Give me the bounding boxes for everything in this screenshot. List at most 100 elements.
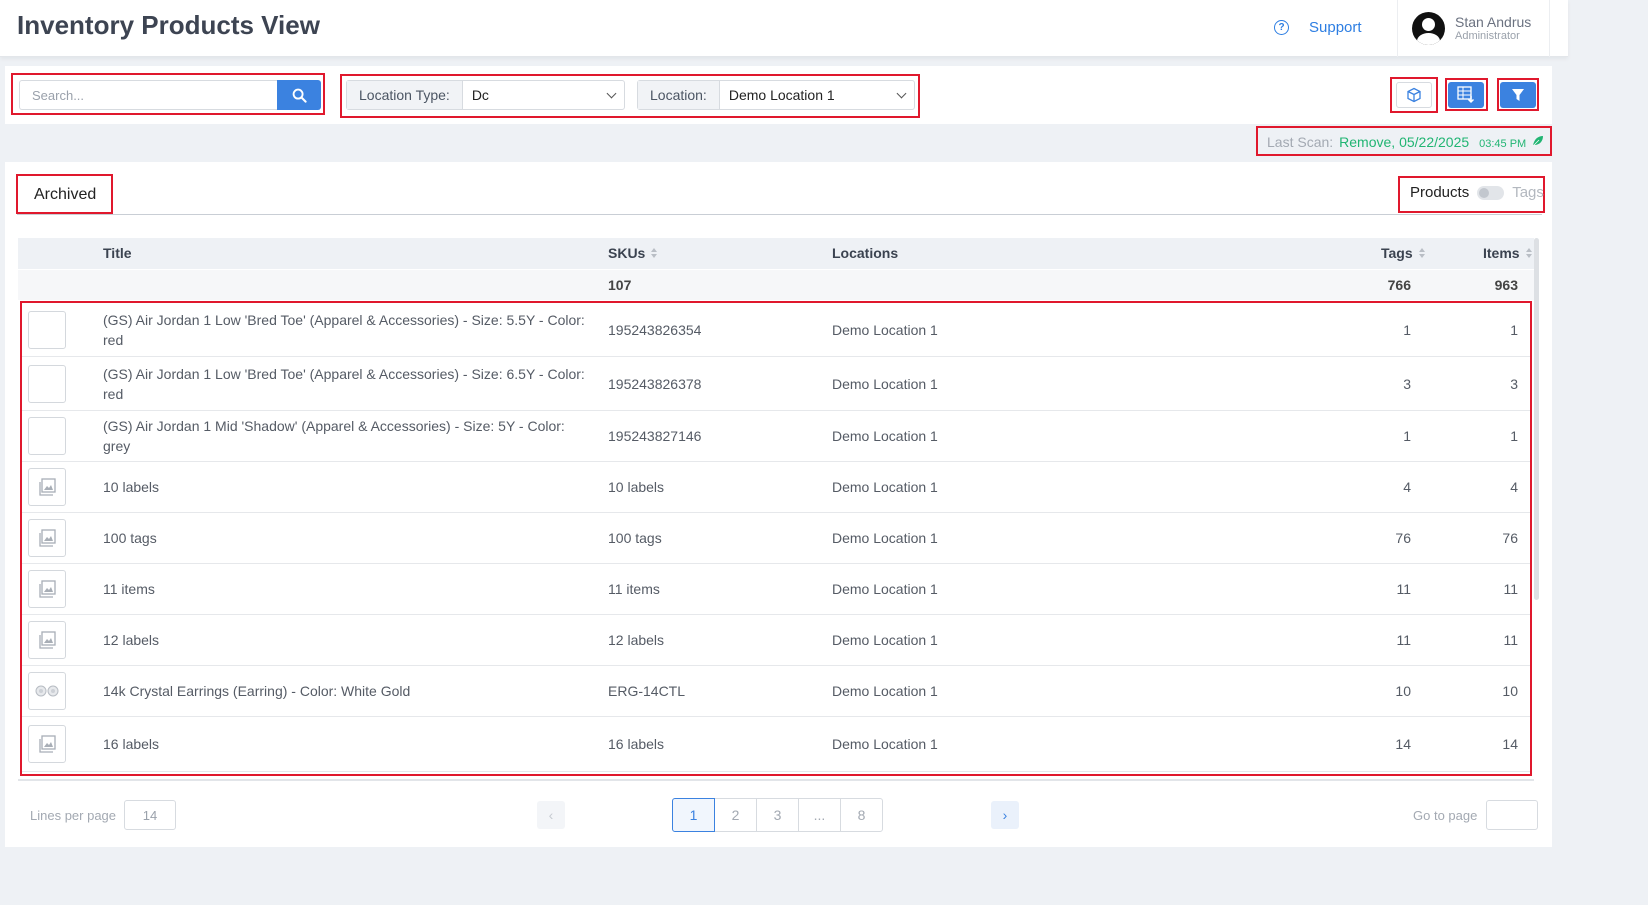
search-input[interactable] xyxy=(19,80,277,110)
product-location: Demo Location 1 xyxy=(832,530,938,546)
avatar xyxy=(1412,12,1445,45)
product-tags-count: 76 xyxy=(1395,530,1411,546)
product-tags-count: 10 xyxy=(1395,683,1411,699)
product-title[interactable]: 11 items xyxy=(103,579,593,599)
product-thumbnail[interactable] xyxy=(28,672,66,710)
product-title[interactable]: 14k Crystal Earrings (Earring) - Color: … xyxy=(103,681,593,701)
table-body: (GS) Air Jordan 1 Low 'Bred Toe' (Appare… xyxy=(22,303,1530,772)
filter-button[interactable] xyxy=(1500,82,1536,108)
prev-page-button[interactable]: ‹ xyxy=(537,801,565,829)
page-button[interactable]: 3 xyxy=(756,798,799,832)
product-tags-count: 1 xyxy=(1403,428,1411,444)
user-role: Administrator xyxy=(1455,30,1520,42)
product-title[interactable]: 100 tags xyxy=(103,528,593,548)
excel-export-button[interactable] xyxy=(1448,82,1484,108)
pagination: 1 2 3... 8 xyxy=(672,798,883,832)
product-title[interactable]: 12 labels xyxy=(103,630,593,650)
column-title: Title xyxy=(103,245,132,261)
chevron-down-icon xyxy=(896,88,907,98)
last-scan-value: Remove, 05/22/2025 xyxy=(1339,134,1470,150)
location-select[interactable]: Location: Demo Location 1 xyxy=(637,80,915,110)
product-thumbnail[interactable] xyxy=(28,417,66,455)
page-title: Inventory Products View xyxy=(17,10,320,40)
product-title[interactable]: (GS) Air Jordan 1 Mid 'Shadow' (Apparel … xyxy=(103,416,593,456)
product-title[interactable]: 16 labels xyxy=(103,734,593,754)
product-title[interactable]: (GS) Air Jordan 1 Low 'Bred Toe' (Appare… xyxy=(103,310,593,350)
sort-icon xyxy=(651,248,658,258)
product-title[interactable]: (GS) Air Jordan 1 Low 'Bred Toe' (Appare… xyxy=(103,364,593,404)
product-thumbnail[interactable] xyxy=(28,468,66,506)
column-items[interactable]: Items xyxy=(1483,245,1532,261)
filter-icon xyxy=(1512,89,1524,101)
product-sku: 100 tags xyxy=(608,530,662,546)
table-row[interactable]: 100 tags 100 tags Demo Location 1 76 76 xyxy=(22,513,1530,564)
table-row[interactable]: 10 labels 10 labels Demo Location 1 4 4 xyxy=(22,462,1530,513)
last-scan-label: Last Scan: xyxy=(1267,134,1334,150)
location-type-select[interactable]: Location Type: Dc xyxy=(346,80,625,110)
products-tags-switch[interactable] xyxy=(1477,185,1505,200)
product-sku: 195243827146 xyxy=(608,428,702,444)
support-link[interactable]: Support xyxy=(1309,19,1362,36)
leaf-icon xyxy=(1532,136,1544,147)
product-location: Demo Location 1 xyxy=(832,321,938,338)
table-row[interactable]: (GS) Air Jordan 1 Mid 'Shadow' (Apparel … xyxy=(22,411,1530,462)
tab-divider xyxy=(17,214,1542,215)
page-button[interactable]: 8 xyxy=(840,798,883,832)
table-row[interactable]: (GS) Air Jordan 1 Low 'Bred Toe' (Appare… xyxy=(22,303,1530,357)
product-sku: 195243826378 xyxy=(608,375,702,392)
location-type-label: Location Type: xyxy=(347,81,463,109)
column-tags[interactable]: Tags xyxy=(1381,245,1425,261)
product-location: Demo Location 1 xyxy=(832,479,938,495)
page-button[interactable]: 2 xyxy=(714,798,757,832)
page-button[interactable]: 1 xyxy=(672,798,715,832)
app-header: Inventory Products View ? Support Stan A… xyxy=(0,0,1568,57)
page-button[interactable]: ... xyxy=(798,798,841,832)
product-thumbnail[interactable] xyxy=(28,725,66,763)
product-location: Demo Location 1 xyxy=(832,736,938,752)
product-tags-count: 4 xyxy=(1403,479,1411,495)
column-skus[interactable]: SKUs xyxy=(608,245,658,261)
product-sku: 195243826354 xyxy=(608,321,702,338)
go-to-page-label: Go to page xyxy=(1413,808,1478,823)
last-scan-time: 03:45 PM xyxy=(1479,138,1527,150)
column-locations: Locations xyxy=(832,245,899,261)
search-button[interactable] xyxy=(277,80,321,110)
sort-icon xyxy=(1418,248,1425,258)
table-row[interactable]: 11 items 11 items Demo Location 1 11 11 xyxy=(22,564,1530,615)
product-thumbnail[interactable] xyxy=(28,364,66,403)
help-icon[interactable]: ? xyxy=(1274,20,1289,35)
table-row[interactable]: 16 labels 16 labels Demo Location 1 14 14 xyxy=(22,717,1530,772)
product-items-count: 11 xyxy=(1503,632,1518,648)
product-thumbnail[interactable] xyxy=(28,310,66,349)
next-page-button[interactable]: › xyxy=(991,801,1019,829)
product-thumbnail[interactable] xyxy=(28,621,66,659)
go-to-page-input[interactable] xyxy=(1486,800,1538,830)
products-box-button[interactable] xyxy=(1396,82,1432,108)
toggle-tags-label[interactable]: Tags xyxy=(1512,184,1544,201)
product-location: Demo Location 1 xyxy=(832,683,938,699)
product-items-count: 14 xyxy=(1502,736,1518,752)
product-items-count: 11 xyxy=(1503,581,1518,597)
product-items-count: 76 xyxy=(1502,530,1518,546)
view-toggle: Products Tags xyxy=(1410,184,1544,201)
table-row[interactable]: (GS) Air Jordan 1 Low 'Bred Toe' (Appare… xyxy=(22,357,1530,411)
table-row[interactable]: 14k Crystal Earrings (Earring) - Color: … xyxy=(22,666,1530,717)
user-menu[interactable]: Stan Andrus Administrator xyxy=(1397,0,1550,57)
lines-per-page-input[interactable]: 14 xyxy=(124,800,176,830)
table-scrollbar[interactable] xyxy=(1534,238,1539,600)
product-thumbnail[interactable] xyxy=(28,519,66,557)
product-sku: ERG-14CTL xyxy=(608,683,686,699)
table-row[interactable]: 12 labels 12 labels Demo Location 1 11 11 xyxy=(22,615,1530,666)
total-skus: 107 xyxy=(608,277,632,293)
product-items-count: 10 xyxy=(1502,683,1518,699)
product-tags-count: 1 xyxy=(1403,321,1411,338)
product-title[interactable]: 10 labels xyxy=(103,477,593,497)
tab-archived[interactable]: Archived xyxy=(34,186,96,204)
product-thumbnail[interactable] xyxy=(28,570,66,608)
product-items-count: 4 xyxy=(1510,479,1518,495)
product-location: Demo Location 1 xyxy=(832,581,938,597)
image-placeholder-icon xyxy=(39,735,56,753)
product-items-count: 3 xyxy=(1510,375,1518,392)
lines-per-page-label: Lines per page xyxy=(30,808,117,823)
toggle-products-label[interactable]: Products xyxy=(1410,184,1469,201)
